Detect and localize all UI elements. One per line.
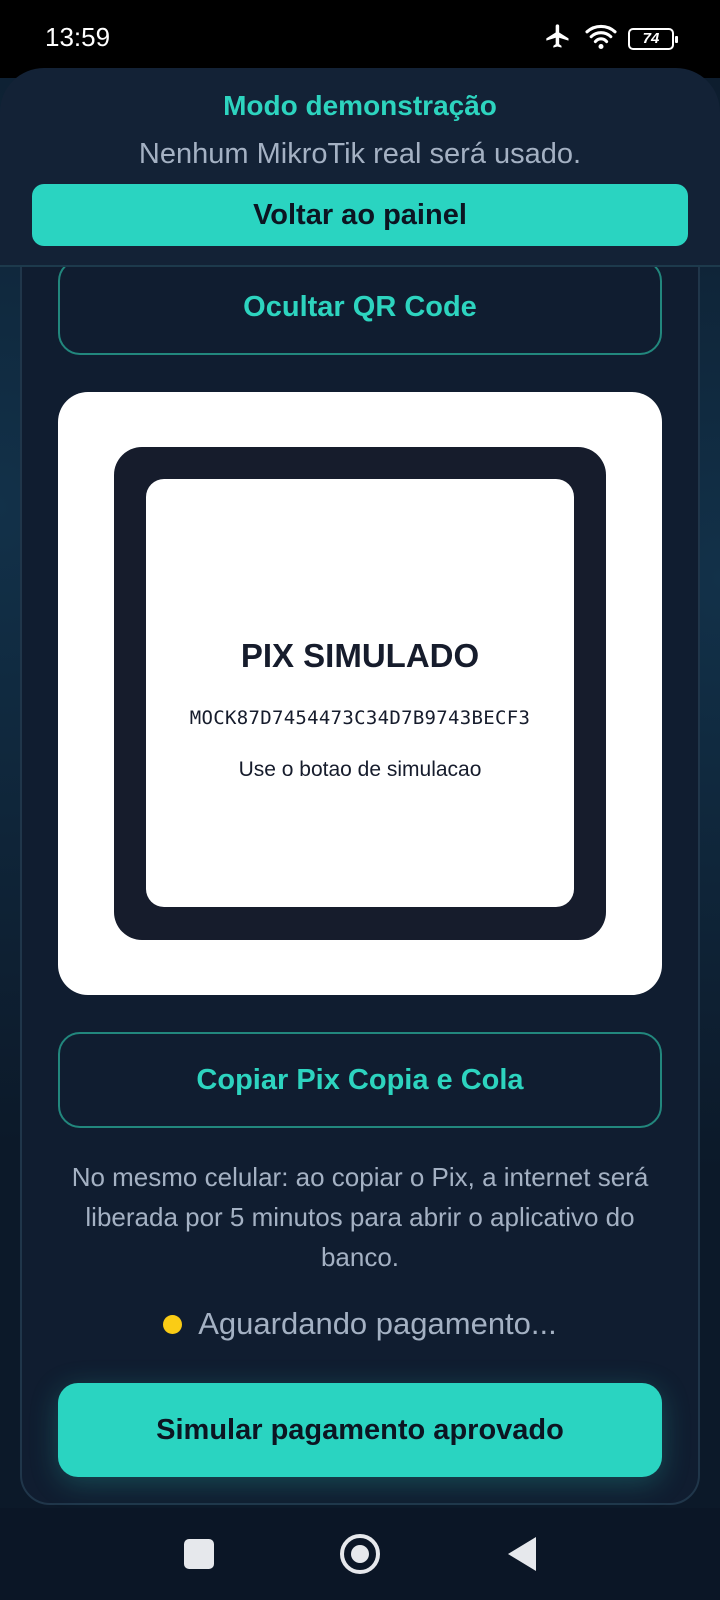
qr-code-card: PIX SIMULADO MOCK87D7454473C34D7B9743BEC… (58, 392, 662, 995)
internet-release-info: No mesmo celular: ao copiar o Pix, a int… (71, 1162, 649, 1272)
screen: 13:59 74 Modo demonstração Nenhum MikroT… (0, 0, 720, 1600)
status-icons: 74 (542, 22, 678, 55)
back-icon[interactable] (508, 1537, 536, 1571)
hide-qr-code-button[interactable]: Ocultar QR Code (58, 259, 662, 355)
pix-simulation-hint: Use o botao de simulacao (238, 758, 482, 781)
recent-apps-icon[interactable] (184, 1539, 214, 1569)
payment-status: Aguardando pagamento... (0, 1306, 720, 1342)
battery-icon: 74 (628, 27, 678, 50)
back-to-panel-button[interactable]: Voltar ao painel (32, 184, 688, 246)
pix-simulated-title: PIX SIMULADO (240, 637, 480, 674)
simulate-approved-payment-button[interactable]: Simular pagamento aprovado (58, 1383, 662, 1477)
demo-mode-subtitle: Nenhum MikroTik real será usado. (138, 138, 582, 170)
pix-mock-code: MOCK87D7454473C34D7B9743BECF3 (189, 707, 531, 729)
airplane-mode-icon (542, 22, 574, 55)
pending-status-dot-icon (163, 1314, 183, 1334)
navigation-bar (0, 1508, 720, 1600)
payment-status-text: Aguardando pagamento... (198, 1306, 557, 1341)
copy-pix-button[interactable]: Copiar Pix Copia e Cola (58, 1032, 662, 1128)
home-icon[interactable] (340, 1534, 380, 1574)
status-bar: 13:59 74 (0, 0, 720, 78)
battery-level: 74 (642, 30, 660, 47)
wifi-icon (584, 22, 618, 55)
qr-code-frame: PIX SIMULADO MOCK87D7454473C34D7B9743BEC… (114, 447, 606, 940)
qr-code-placeholder: PIX SIMULADO MOCK87D7454473C34D7B9743BEC… (146, 479, 574, 907)
demo-mode-banner: Modo demonstração Nenhum MikroTik real s… (0, 68, 720, 267)
status-time: 13:59 (45, 22, 111, 52)
demo-mode-title: Modo demonstração (223, 90, 497, 121)
